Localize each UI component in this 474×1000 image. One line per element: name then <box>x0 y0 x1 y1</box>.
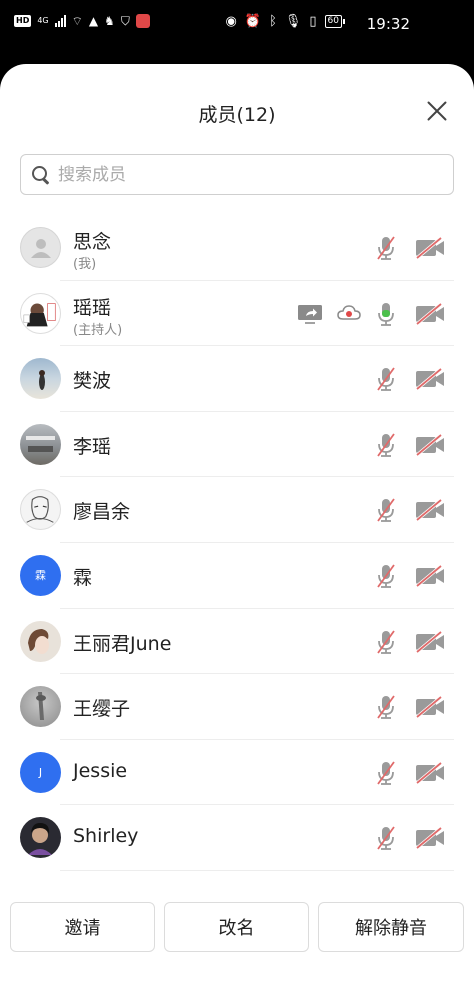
avatar <box>20 489 61 531</box>
rename-button[interactable]: 改名 <box>164 902 309 952</box>
search-icon <box>31 165 51 185</box>
status-bar: HD 4G ⌔ ▲ ♞ ⛉ ◉ ⏰ ᛒ 🎙 ▯ 60 19:32 <box>0 0 474 50</box>
member-name: 廖昌余 <box>73 501 131 524</box>
member-row[interactable]: 樊波 <box>0 346 474 412</box>
unmute-all-button[interactable]: 解除静音 <box>318 902 464 952</box>
camera-off-icon[interactable] <box>414 433 446 457</box>
member-name: 王缨子 <box>73 698 131 721</box>
screen-share-icon <box>298 304 322 324</box>
mic-muted-icon[interactable] <box>375 497 397 523</box>
member-row[interactable]: J Jessie <box>0 740 474 806</box>
camera-off-icon[interactable] <box>414 498 446 522</box>
member-role: (主持人) <box>73 322 123 338</box>
close-icon[interactable] <box>426 100 448 122</box>
invite-button[interactable]: 邀请 <box>10 902 155 952</box>
member-list: 思念 (我) 瑶瑶 (主持人) 樊波 李瑶 廖昌余 霖 霖 王丽君June 王缨… <box>0 215 474 871</box>
avatar <box>20 227 61 268</box>
member-name: 霖 <box>73 566 93 589</box>
mic-muted-icon[interactable] <box>375 629 397 655</box>
avatar <box>20 423 61 465</box>
member-name: 李瑶 <box>73 435 112 458</box>
mic-muted-icon[interactable] <box>375 694 397 720</box>
avatar: J <box>20 751 61 793</box>
member-row[interactable]: 廖昌余 <box>0 477 474 543</box>
status-left: HD 4G ⌔ ▲ ♞ ⛉ <box>14 14 150 28</box>
battery-icon: 60 <box>324 15 346 28</box>
mic-muted-icon[interactable] <box>375 760 397 786</box>
camera-off-icon[interactable] <box>414 695 446 719</box>
avatar <box>20 292 61 334</box>
member-row[interactable]: 李瑶 <box>0 412 474 478</box>
member-row[interactable]: 思念 (我) <box>0 215 474 281</box>
search-input[interactable] <box>58 164 428 185</box>
mic-muted-icon[interactable] <box>375 563 397 589</box>
bluetooth-icon: ᛒ <box>269 14 277 29</box>
mic-muted-icon[interactable] <box>375 235 397 261</box>
hd-badge: HD <box>14 15 32 27</box>
qq-icon: ♞ <box>104 14 115 28</box>
mic-muted-icon[interactable] <box>375 432 397 458</box>
member-name: 王丽君June <box>73 632 172 655</box>
mic-status-icon: 🎙 <box>284 14 302 29</box>
avatar <box>20 817 61 859</box>
signal-icon <box>54 15 66 27</box>
member-name: Shirley <box>73 825 139 848</box>
camera-off-icon[interactable] <box>414 630 446 654</box>
eye-icon: ◉ <box>225 14 237 29</box>
camera-off-icon[interactable] <box>414 761 446 785</box>
member-name: 瑶瑶 <box>73 296 112 319</box>
avatar <box>20 686 61 728</box>
camera-off-icon[interactable] <box>414 826 446 850</box>
camera-off-icon[interactable] <box>414 302 446 326</box>
member-name: Jessie <box>73 759 128 782</box>
app-badge-icon <box>135 14 150 28</box>
camera-off-icon[interactable] <box>414 236 446 260</box>
member-row[interactable]: 王缨子 <box>0 674 474 740</box>
member-row[interactable]: 王丽君June <box>0 609 474 675</box>
mic-muted-icon[interactable] <box>375 825 397 851</box>
mic-active-icon[interactable] <box>375 301 397 327</box>
camera-off-icon[interactable] <box>414 367 446 391</box>
wifi-icon: ⌔ <box>71 14 83 28</box>
member-row[interactable]: 瑶瑶 (主持人) <box>0 281 474 347</box>
clock: 19:32 <box>366 15 410 33</box>
member-name: 樊波 <box>73 370 112 393</box>
member-name: 思念 <box>73 231 112 253</box>
avatar <box>20 620 61 662</box>
avatar <box>20 358 61 400</box>
app-notification-icon: ▲ <box>88 14 99 28</box>
avatar: 霖 <box>20 554 61 596</box>
alarm-icon: ⏰ <box>244 14 262 29</box>
status-right: ◉ ⏰ ᛒ 🎙 ▯ 60 <box>225 14 346 29</box>
cloud-recording-icon <box>337 304 361 320</box>
shield-icon: ⛉ <box>120 14 130 28</box>
divider <box>60 869 454 871</box>
member-row[interactable]: 霖 霖 <box>0 543 474 609</box>
members-sheet: 成员(12) 思念 (我) 瑶瑶 (主持人) <box>0 64 474 1000</box>
member-role: (我) <box>73 257 97 272</box>
page-title: 成员(12) <box>198 104 276 126</box>
network-type: 4G <box>37 16 49 25</box>
member-row[interactable]: Shirley <box>0 805 474 871</box>
mic-muted-icon[interactable] <box>375 366 397 392</box>
camera-off-icon[interactable] <box>414 564 446 588</box>
vibrate-icon: ▯ <box>309 14 317 29</box>
search-bar[interactable] <box>20 154 454 195</box>
